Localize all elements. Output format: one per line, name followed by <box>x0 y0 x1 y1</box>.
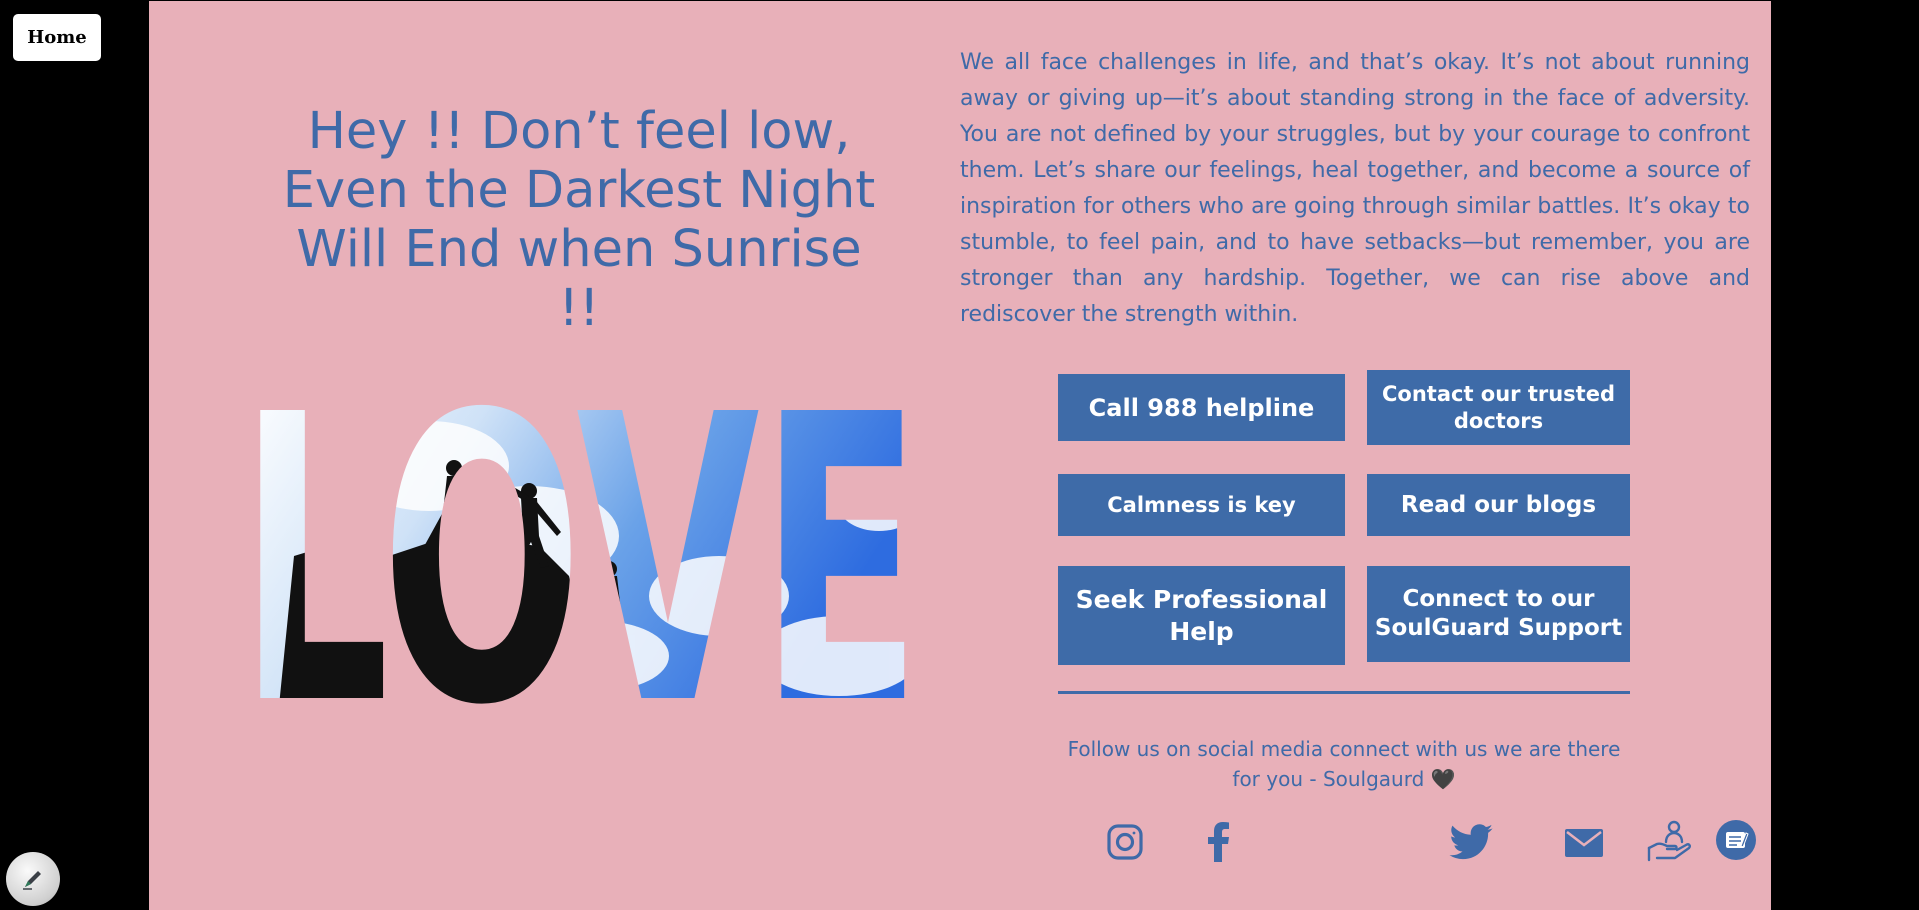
instagram-icon[interactable] <box>1104 821 1146 863</box>
twitter-icon[interactable] <box>1449 822 1493 862</box>
contact-doctors-button[interactable]: Contact our trusted doctors <box>1367 370 1630 445</box>
divider <box>1058 691 1630 694</box>
follow-text: Follow us on social media connect with u… <box>1058 734 1630 794</box>
notes-icon[interactable] <box>1715 819 1757 861</box>
pen-icon <box>23 871 41 890</box>
helping-hand-icon[interactable] <box>1646 819 1694 863</box>
intro-paragraph: We all face challenges in life, and that… <box>960 50 1750 327</box>
seek-help-button[interactable]: Seek Professional Help <box>1058 566 1345 665</box>
love-climbers-image: LOVE <box>239 386 922 706</box>
connect-support-button[interactable]: Connect to our SoulGuard Support <box>1367 566 1630 662</box>
read-blogs-button[interactable]: Read our blogs <box>1367 474 1630 536</box>
call-helpline-button[interactable]: Call 988 helpline <box>1058 374 1345 441</box>
heart-icon: 🖤 <box>1430 767 1456 791</box>
calmness-button[interactable]: Calmness is key <box>1058 474 1345 536</box>
mail-icon[interactable] <box>1562 826 1606 860</box>
main-panel: Hey !! Don’t feel low, Even the Darkest … <box>149 1 1771 910</box>
follow-label: Follow us on social media connect with u… <box>1067 737 1621 791</box>
pen-tool-button[interactable] <box>6 852 60 906</box>
page-title: Hey !! Don’t feel low, Even the Darkest … <box>282 102 876 338</box>
facebook-icon[interactable] <box>1199 821 1239 863</box>
home-button[interactable]: Home <box>13 14 101 61</box>
